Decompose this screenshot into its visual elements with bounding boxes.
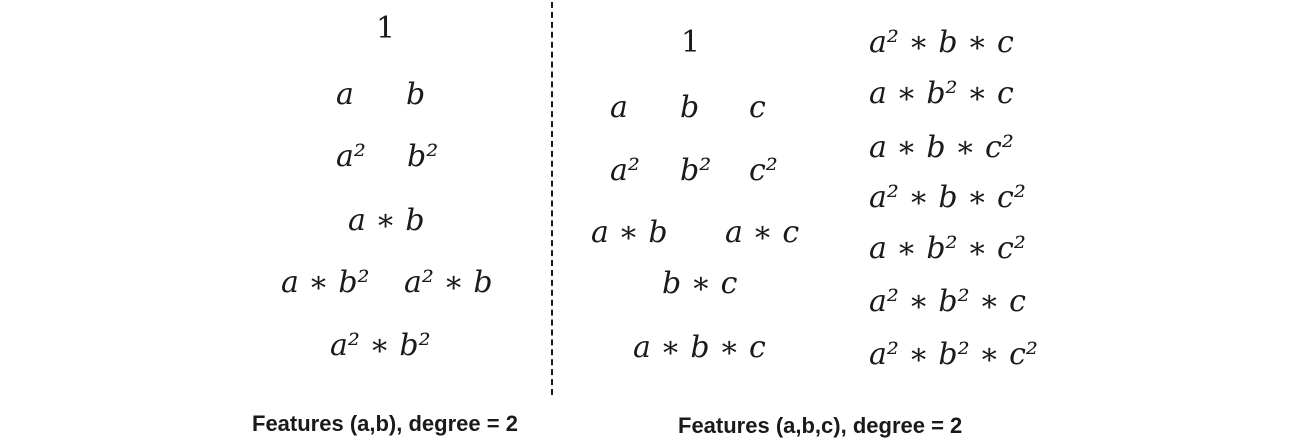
term-a-b-c2: a ∗ b ∗ c²: [869, 130, 1014, 165]
term-ab: a ∗ b: [348, 203, 425, 238]
term-a2-b-c: a² ∗ b ∗ c: [869, 25, 1014, 60]
term-b-squared: b²: [407, 139, 439, 174]
term-a: a: [610, 90, 628, 125]
caption-right: Features (a,b,c), degree = 2: [678, 413, 963, 438]
term-a-b2-c: a ∗ b² ∗ c: [869, 76, 1014, 111]
term-a2-b2-c: a² ∗ b² ∗ c: [869, 284, 1026, 319]
term-b: b: [406, 77, 426, 112]
term-a-squared: a²: [336, 139, 366, 174]
term-constant: 1: [376, 11, 396, 46]
term-b-squared: b²: [680, 153, 712, 188]
term-c-squared: c²: [749, 153, 778, 188]
dashed-divider: [551, 2, 553, 395]
term-a-b2-c2: a ∗ b² ∗ c²: [869, 231, 1026, 266]
term-bc: b ∗ c: [662, 266, 738, 301]
term-a2-b2-c2: a² ∗ b² ∗ c²: [869, 337, 1038, 372]
term-a2-b: a² ∗ b: [404, 265, 493, 300]
term-ac: a ∗ c: [725, 215, 800, 250]
term-constant: 1: [681, 25, 701, 60]
term-ab: a ∗ b: [591, 215, 668, 250]
term-a-b2: a ∗ b²: [281, 265, 370, 300]
caption-left: Features (a,b), degree = 2: [252, 411, 518, 436]
term-a-squared: a²: [610, 153, 640, 188]
term-a2-b-c2: a² ∗ b ∗ c²: [869, 180, 1026, 215]
term-c: c: [749, 90, 766, 125]
term-a: a: [336, 77, 354, 112]
term-a2-b2: a² ∗ b²: [330, 328, 431, 363]
term-abc: a ∗ b ∗ c: [633, 330, 766, 365]
term-b: b: [680, 90, 700, 125]
